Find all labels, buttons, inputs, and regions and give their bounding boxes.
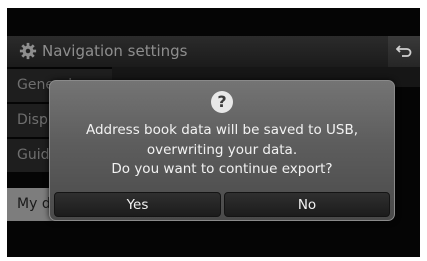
question-icon: ? xyxy=(211,91,233,113)
export-confirm-dialog: ? Address book data will be saved to USB… xyxy=(49,80,395,221)
page-title: Navigation settings xyxy=(42,42,188,60)
dialog-message-line: Do you want to continue export? xyxy=(111,161,333,177)
dialog-message-line: overwriting your data. xyxy=(146,141,298,158)
title-bar: Navigation settings xyxy=(7,36,420,67)
no-button[interactable]: No xyxy=(224,192,390,217)
back-button[interactable] xyxy=(388,36,420,67)
gear-icon xyxy=(19,42,37,60)
head-unit-screen: Navigation settings General Display Guid… xyxy=(7,8,420,257)
yes-button[interactable]: Yes xyxy=(54,192,221,217)
dialog-message: Address book data will be saved to USB, … xyxy=(50,121,394,180)
back-arrow-icon xyxy=(396,45,412,57)
dialog-message-line: Address book data will be saved to USB, xyxy=(85,122,358,138)
